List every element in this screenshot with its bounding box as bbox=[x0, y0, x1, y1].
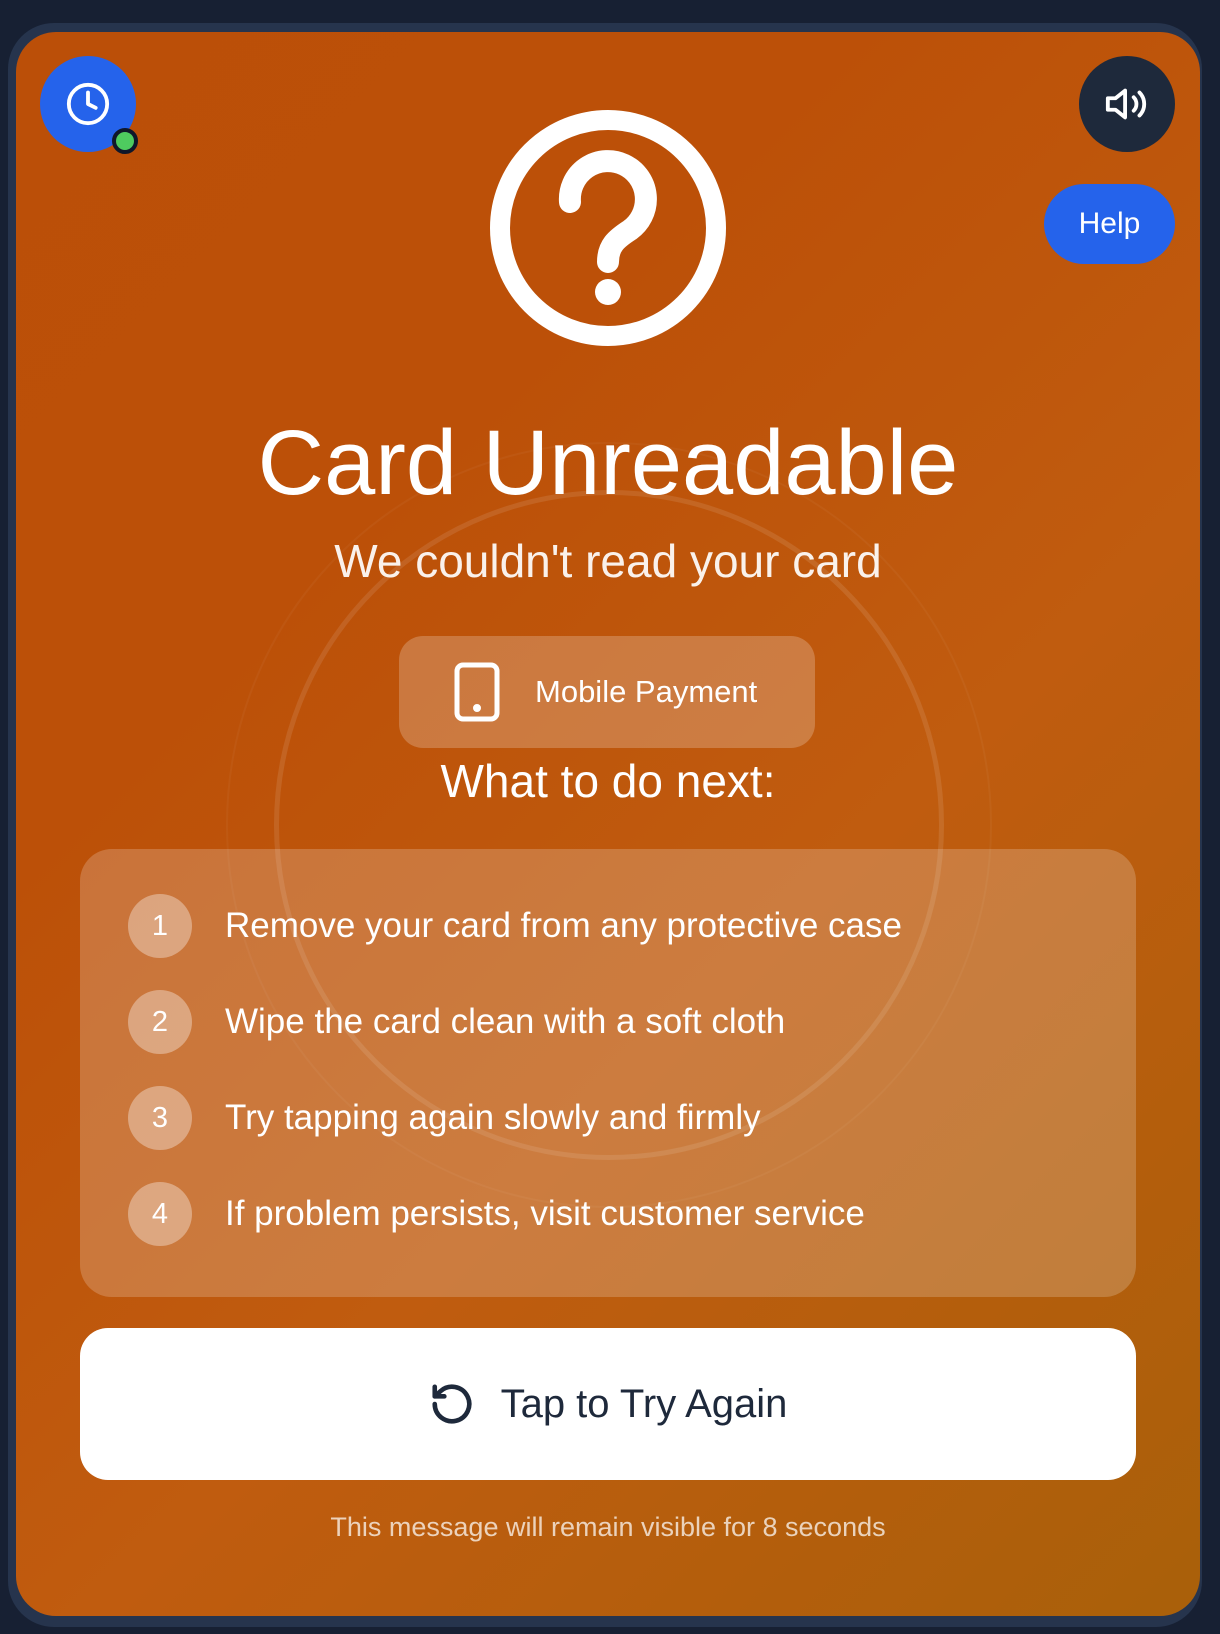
payment-method-label: Mobile Payment bbox=[535, 674, 758, 709]
step-text: Try tapping again slowly and firmly bbox=[225, 1098, 761, 1137]
step-number: 1 bbox=[128, 894, 192, 958]
step-number: 4 bbox=[128, 1182, 192, 1246]
clock-icon bbox=[66, 82, 110, 126]
question-circle-icon bbox=[490, 110, 726, 346]
step-text: Remove your card from any protective cas… bbox=[225, 906, 902, 945]
page-title: Card Unreadable bbox=[257, 412, 959, 514]
auto-dismiss-note: This message will remain visible for 8 s… bbox=[330, 1512, 886, 1542]
step-text: Wipe the card clean with a soft cloth bbox=[225, 1002, 786, 1041]
status-indicator bbox=[112, 128, 138, 154]
help-button[interactable]: Help bbox=[1044, 184, 1175, 264]
error-panel: Help Card Unreadable We couldn't read yo… bbox=[16, 32, 1200, 1616]
step-number: 2 bbox=[128, 990, 192, 1054]
speaker-icon bbox=[1105, 88, 1147, 120]
list-item: 3 Try tapping again slowly and firmly bbox=[128, 1086, 761, 1150]
step-text: If problem persists, visit customer serv… bbox=[225, 1194, 865, 1233]
try-again-button[interactable]: Tap to Try Again bbox=[80, 1328, 1136, 1480]
next-steps-heading: What to do next: bbox=[440, 755, 776, 807]
list-item: 2 Wipe the card clean with a soft cloth bbox=[128, 990, 785, 1054]
list-item: 4 If problem persists, visit customer se… bbox=[128, 1182, 865, 1246]
next-steps-list: 1 Remove your card from any protective c… bbox=[80, 849, 1136, 1297]
sound-button[interactable] bbox=[1079, 56, 1175, 152]
refresh-icon bbox=[432, 1384, 472, 1424]
try-again-label: Tap to Try Again bbox=[500, 1381, 788, 1426]
payment-method-badge: Mobile Payment bbox=[399, 636, 815, 748]
step-number: 3 bbox=[128, 1086, 192, 1150]
phone-icon bbox=[454, 662, 500, 722]
list-item: 1 Remove your card from any protective c… bbox=[128, 894, 902, 958]
page-subtitle: We couldn't read your card bbox=[334, 535, 882, 587]
